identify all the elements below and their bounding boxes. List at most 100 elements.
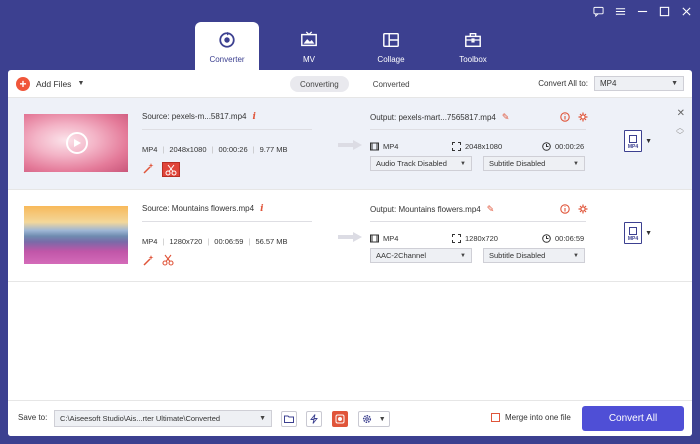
tab-converting[interactable]: Converting <box>290 76 349 92</box>
document-icon <box>629 135 637 143</box>
output-format: MP4 <box>383 142 399 151</box>
chevron-down-icon: ▼ <box>460 252 466 259</box>
chevron-down-icon[interactable]: ▼ <box>645 230 652 237</box>
chevron-down-icon: ▼ <box>573 160 579 167</box>
source-size: 56.57 MB <box>255 237 288 246</box>
video-thumbnail[interactable] <box>24 206 128 264</box>
tab-converted[interactable]: Converted <box>363 76 420 92</box>
hardware-acceleration-button[interactable] <box>306 411 322 427</box>
format-tile-label: MP4 <box>627 144 639 150</box>
source-name: Source: pexels-m...5817.mp4 i <box>142 112 256 122</box>
high-speed-button[interactable] <box>332 411 348 427</box>
convert-all-format-value: MP4 <box>600 79 617 88</box>
convert-all-format-select[interactable]: MP4 ▼ <box>594 76 684 91</box>
info-icon[interactable]: i <box>253 112 256 122</box>
arrow-right-icon <box>338 232 362 242</box>
open-folder-button[interactable] <box>281 411 297 427</box>
maximize-icon[interactable] <box>658 5 670 17</box>
play-icon[interactable] <box>66 132 88 154</box>
video-thumbnail[interactable] <box>24 114 128 172</box>
remove-icon[interactable]: ✕ <box>677 108 685 119</box>
add-files-button[interactable]: + Add Files ▼ <box>16 76 84 91</box>
cut-icon[interactable] <box>162 254 174 266</box>
info-icon[interactable]: i <box>260 204 263 214</box>
convert-all-button[interactable]: Convert All <box>582 406 684 431</box>
magic-wand-icon[interactable] <box>142 162 154 174</box>
checkbox-icon[interactable] <box>491 413 500 422</box>
chevron-down-icon: ▼ <box>573 252 579 259</box>
subtitle-select[interactable]: Subtitle Disabled ▼ <box>483 156 585 171</box>
mv-icon <box>301 31 317 47</box>
minimize-icon[interactable] <box>636 5 648 17</box>
audio-track-value: AAC-2Channel <box>376 251 427 260</box>
tab-collage[interactable]: Collage <box>359 22 423 70</box>
output-name: Output: Mountains flowers.mp4 ✎ <box>370 204 494 215</box>
menu-icon[interactable] <box>614 5 626 17</box>
subtitle-select[interactable]: Subtitle Disabled ▼ <box>483 248 585 263</box>
source-label: Source: Mountains flowers.mp4 <box>142 204 255 213</box>
magic-wand-icon[interactable] <box>142 254 154 266</box>
chevron-up-icon[interactable]: ︿ <box>676 124 684 132</box>
output-actions <box>560 112 588 122</box>
save-to-label: Save to: <box>18 413 48 422</box>
settings-icon[interactable] <box>578 204 588 214</box>
edit-tools <box>142 254 174 266</box>
edit-icon[interactable]: ✎ <box>502 112 510 122</box>
output-meta: MP4 1280x720 00:06:59 <box>370 234 586 243</box>
speed-icon <box>335 414 345 424</box>
lightning-icon <box>310 414 318 424</box>
output-format-tile[interactable]: MP4 <box>624 222 642 244</box>
chevron-down-icon: ▼ <box>259 415 266 422</box>
output-label: Output: Mountains flowers.mp4 <box>370 205 481 214</box>
plus-icon: + <box>16 76 30 91</box>
file-row: Source: Mountains flowers.mp4 i MP4 | 1280… <box>8 190 692 282</box>
output-format: MP4 <box>383 234 399 243</box>
source-label: Source: pexels-m...5817.mp4 <box>142 112 247 121</box>
output-label: Output: pexels-mart...7565817.mp4 <box>370 113 496 122</box>
close-icon[interactable] <box>680 5 692 17</box>
film-icon <box>370 142 379 151</box>
audio-track-select[interactable]: Audio Track Disabled ▼ <box>370 156 472 171</box>
source-duration: 00:00:26 <box>218 145 248 154</box>
add-files-label: Add Files <box>36 78 72 89</box>
tab-collage-label: Collage <box>377 55 405 64</box>
source-format: MP4 <box>142 145 158 154</box>
chevron-down-icon[interactable]: ﹀ <box>676 132 684 140</box>
info-circle-icon[interactable] <box>560 112 570 122</box>
tab-toolbox[interactable]: Toolbox <box>441 22 505 70</box>
chevron-down-icon: ▼ <box>671 80 678 87</box>
info-circle-icon[interactable] <box>560 204 570 214</box>
chevron-down-icon[interactable]: ▼ <box>77 80 84 87</box>
tab-converter[interactable]: Converter <box>195 22 259 70</box>
chevron-down-icon[interactable]: ▼ <box>645 138 652 145</box>
clock-icon <box>542 142 551 151</box>
chevron-down-icon: ▼ <box>378 415 386 423</box>
format-tile-label: MP4 <box>627 236 639 242</box>
settings-button[interactable]: ▼ <box>358 411 390 427</box>
converter-panel: + Add Files ▼ Converting Converted Conve… <box>8 70 692 436</box>
edit-icon[interactable]: ✎ <box>487 204 495 214</box>
source-resolution: 1280x720 <box>169 237 203 246</box>
converter-icon <box>219 31 235 48</box>
source-format: MP4 <box>142 237 158 246</box>
source-meta: MP4 | 2048x1080 | 00:00:26 | 9.77 MB <box>142 145 288 154</box>
audio-track-value: Audio Track Disabled <box>376 159 447 168</box>
audio-track-select[interactable]: AAC-2Channel ▼ <box>370 248 472 263</box>
tab-mv-label: MV <box>303 55 315 64</box>
settings-icon[interactable] <box>578 112 588 122</box>
output-duration: 00:00:26 <box>555 142 585 151</box>
source-name: Source: Mountains flowers.mp4 i <box>142 204 263 214</box>
tab-mv[interactable]: MV <box>277 22 341 70</box>
output-format-tile[interactable]: MP4 <box>624 130 642 152</box>
divider <box>370 221 586 222</box>
feedback-icon[interactable] <box>592 5 604 17</box>
merge-checkbox[interactable]: Merge into one file <box>491 413 571 422</box>
divider <box>370 129 586 130</box>
arrow-right-icon <box>338 140 362 150</box>
source-meta: MP4 | 1280x720 | 00:06:59 | 56.57 MB <box>142 237 288 246</box>
cut-icon[interactable] <box>162 162 180 177</box>
bottom-bar: Save to: C:\Aiseesoft Studio\Ais...rter … <box>8 400 692 436</box>
window-controls <box>592 5 692 17</box>
document-icon <box>629 227 637 235</box>
save-path-select[interactable]: C:\Aiseesoft Studio\Ais...rter Ultimate\… <box>54 410 272 427</box>
